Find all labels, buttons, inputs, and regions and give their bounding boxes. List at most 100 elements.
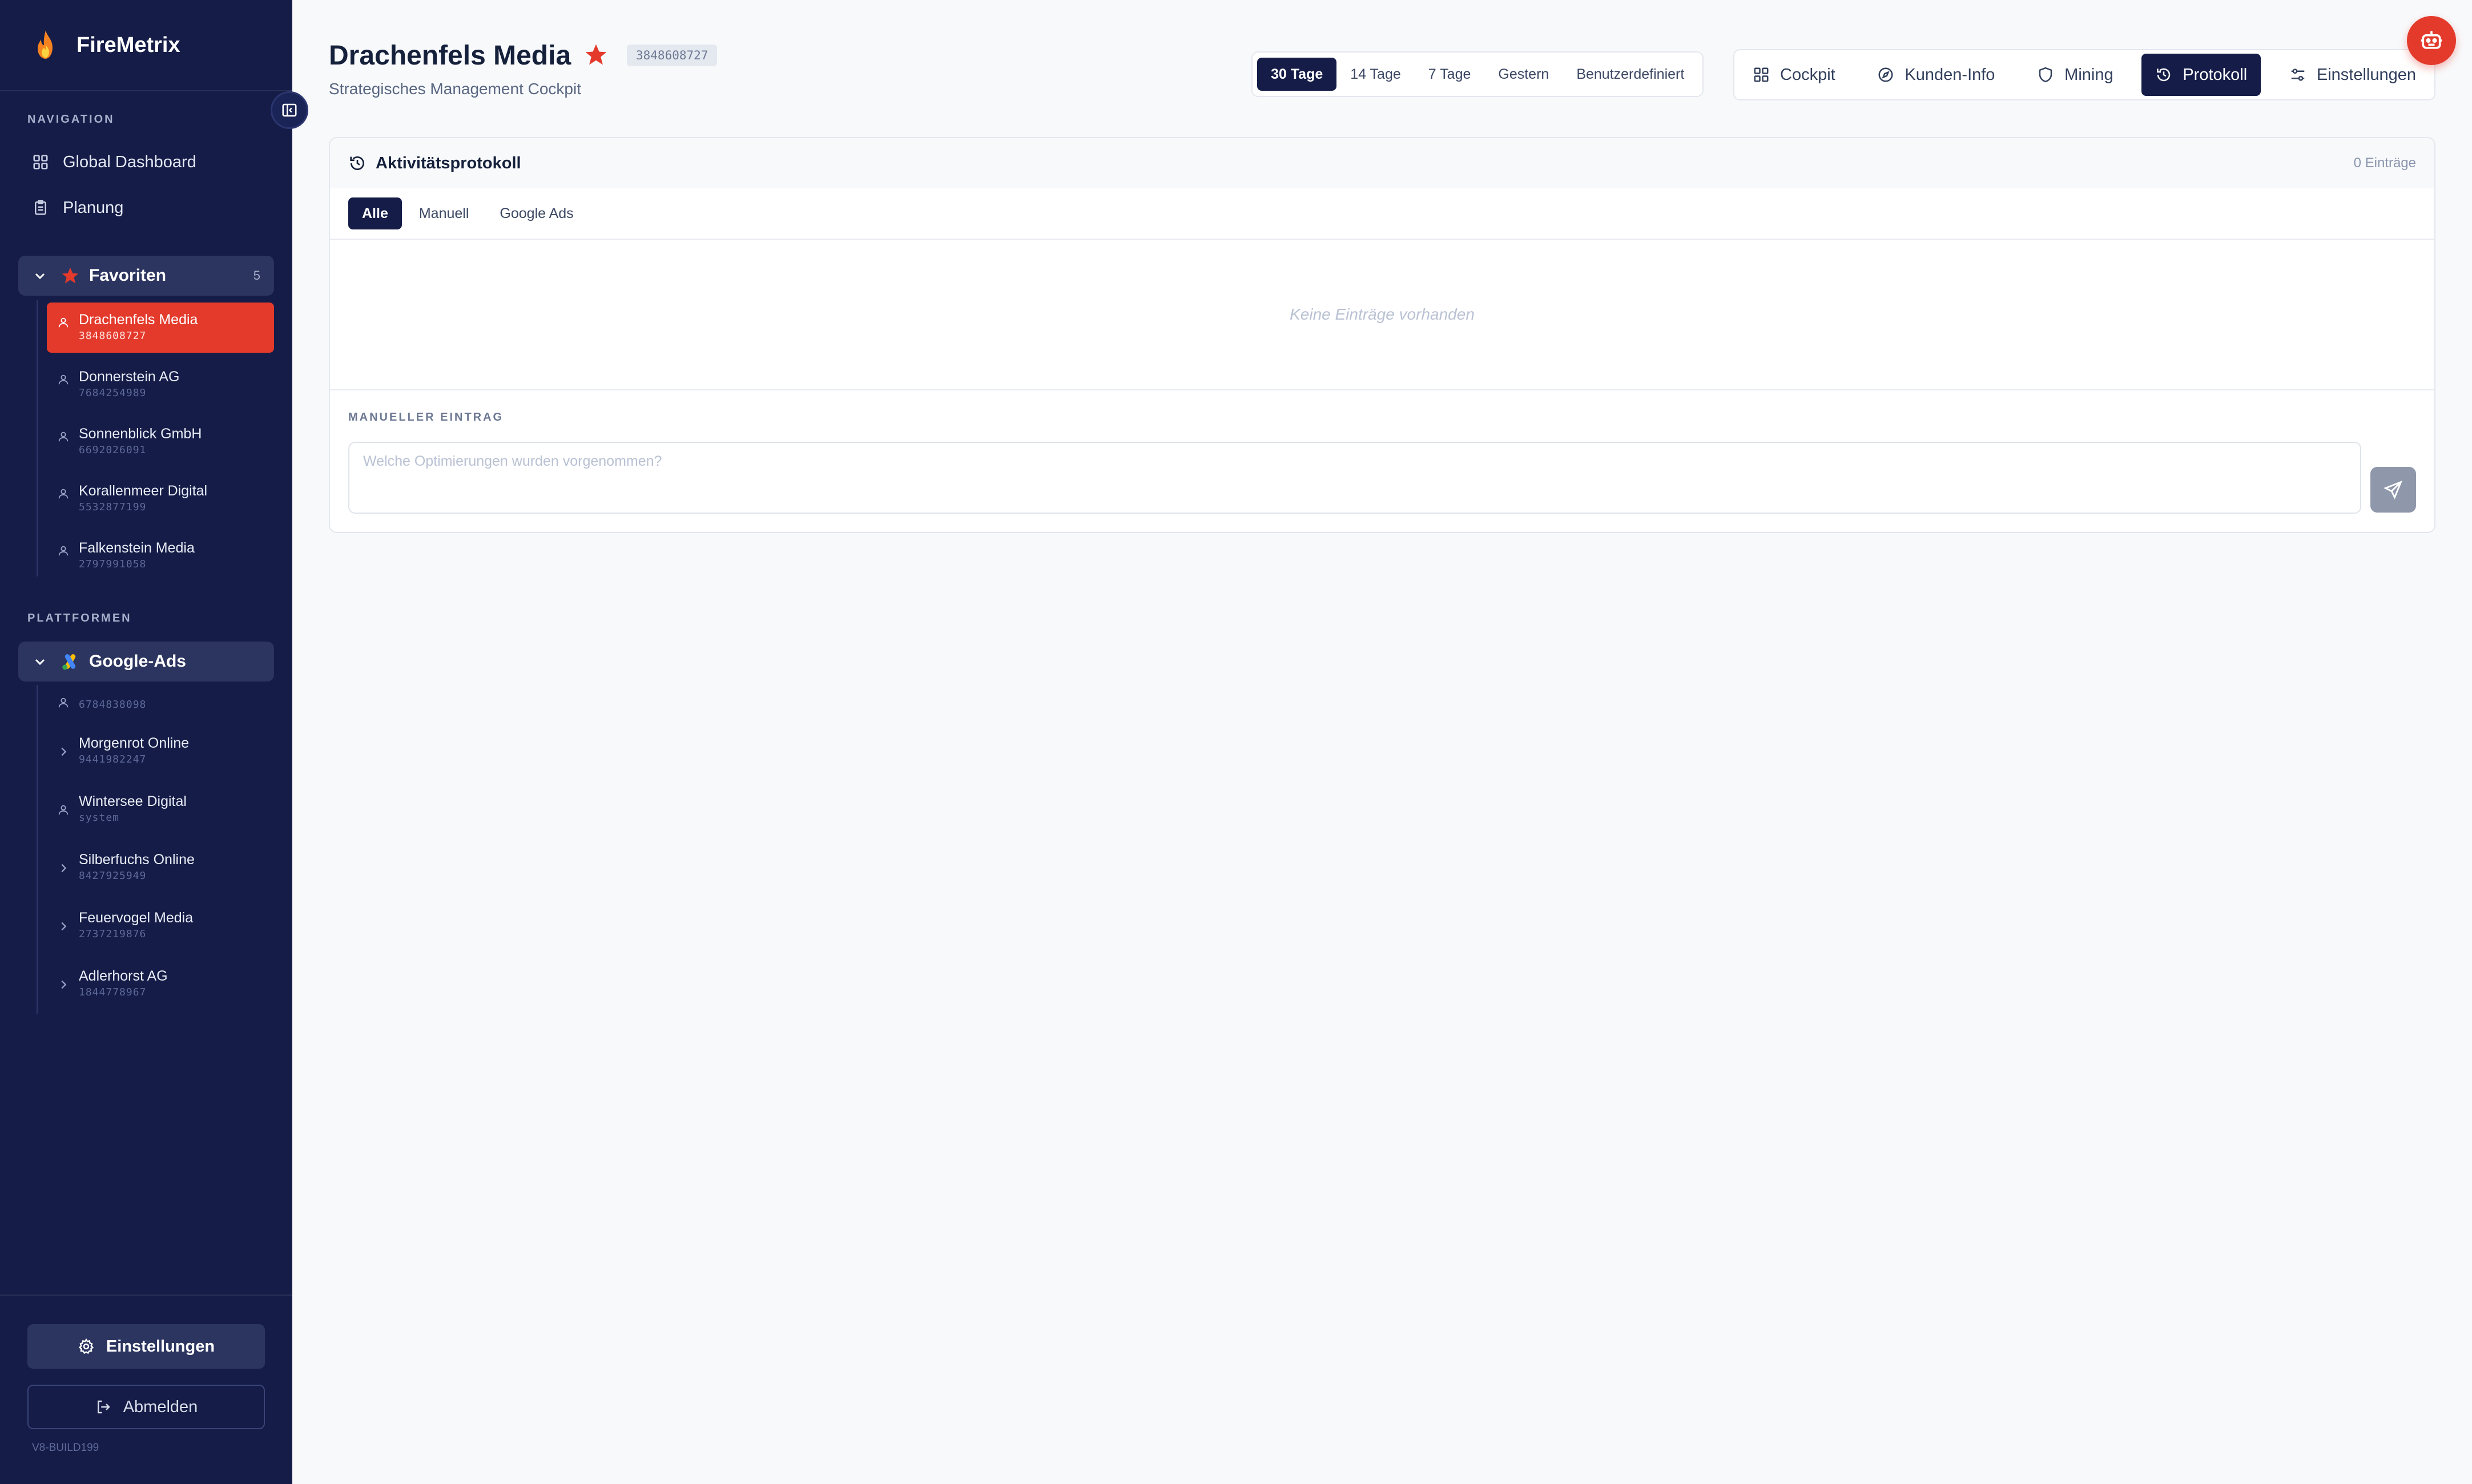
account-name: Donnerstein AG	[79, 369, 180, 385]
google-ads-tree-line	[37, 685, 38, 1014]
chevron-right-icon	[61, 980, 67, 989]
tab-mining[interactable]: Mining	[2023, 54, 2127, 96]
google-ads-account-silberfuchs-online[interactable]: Silberfuchs Online 8427925949	[47, 842, 274, 893]
account-name: Feuervogel Media	[79, 910, 194, 926]
tab-cockpit[interactable]: Cockpit	[1739, 54, 1849, 96]
account-name: Sonnenblick GmbH	[79, 426, 202, 442]
account-id: 5532877199	[79, 501, 147, 513]
google-ads-account-adlerhorst-ag[interactable]: Adlerhorst AG 1844778967	[47, 959, 274, 1009]
empty-state-text: Keine Einträge vorhanden	[1290, 305, 1475, 323]
account-id: 2737219876	[79, 928, 147, 940]
account-id: 7684254989	[79, 387, 147, 399]
account-id: 8427925949	[79, 870, 147, 882]
account-id: 9441982247	[79, 753, 147, 765]
history-icon	[350, 156, 364, 170]
favorite-account-korallenmeer-digital[interactable]: Korallenmeer Digital 5532877199	[47, 474, 274, 524]
google-ads-account-wintersee-digital[interactable]: Wintersee Digital system	[47, 784, 274, 834]
tab-label: Einstellungen	[2316, 65, 2416, 84]
compass-icon	[1878, 67, 1893, 82]
favorites-tree-line	[37, 300, 38, 576]
account-name: Falkenstein Media	[79, 540, 195, 556]
grid-icon	[33, 155, 48, 170]
app-name: FireMetrix	[77, 33, 180, 57]
tab-einstellungen[interactable]: Einstellungen	[2276, 54, 2430, 96]
logout-icon	[97, 1400, 110, 1414]
favorites-group-toggle[interactable]: Favoriten 5	[18, 256, 274, 296]
range-yesterday-button[interactable]: Gestern	[1484, 58, 1563, 91]
tab-label: Cockpit	[1780, 65, 1835, 84]
tab-kunden-info[interactable]: Kunden-Info	[1863, 54, 2008, 96]
user-icon	[58, 805, 69, 815]
range-14-days-button[interactable]: 14 Tage	[1336, 58, 1415, 91]
star-icon	[62, 267, 79, 284]
chevron-right-icon	[61, 922, 67, 931]
google-ads-account-unnamed[interactable]: 6784838098	[47, 685, 274, 721]
account-id: 6692026091	[79, 444, 147, 456]
activity-log-title: Aktivitätsprotokoll	[376, 154, 521, 172]
sidebar-collapse-button[interactable]	[271, 91, 308, 129]
nav-item-global-dashboard[interactable]: Global Dashboard	[32, 146, 196, 178]
favorites-count: 5	[253, 268, 260, 283]
assistant-bot-button[interactable]	[2407, 16, 2456, 65]
log-filter-tabs: Alle Manuell Google Ads	[330, 188, 2434, 240]
user-icon	[58, 489, 69, 499]
activity-log-card: Aktivitätsprotokoll 0 Einträge Alle Manu…	[329, 137, 2435, 533]
logout-label: Abmelden	[123, 1397, 198, 1416]
sidebar-settings-button[interactable]: Einstellungen	[27, 1324, 265, 1369]
bot-icon	[2421, 31, 2442, 49]
tab-label: Mining	[2064, 65, 2113, 84]
tab-protokoll[interactable]: Protokoll	[2141, 54, 2261, 96]
google-ads-group-toggle[interactable]: Google-Ads	[18, 642, 274, 681]
manual-entry-label: MANUELLER EINTRAG	[348, 411, 504, 424]
settings-label: Einstellungen	[106, 1337, 215, 1356]
manual-entry-input[interactable]	[348, 442, 2361, 514]
favorite-account-sonnenblick-gmbh[interactable]: Sonnenblick GmbH 6692026091	[47, 417, 274, 467]
shield-icon	[2039, 67, 2052, 83]
user-icon	[58, 374, 69, 385]
account-name: Morgenrot Online	[79, 735, 190, 751]
account-id-badge: 3848608727	[627, 45, 718, 66]
date-range-selector: 30 Tage 14 Tage 7 Tage Gestern Benutzerd…	[1251, 51, 1704, 97]
logout-button[interactable]: Abmelden	[27, 1385, 265, 1429]
range-7-days-button[interactable]: 7 Tage	[1415, 58, 1485, 91]
user-icon	[58, 317, 69, 328]
user-icon	[58, 546, 69, 556]
tab-label: Kunden-Info	[1905, 65, 1995, 84]
favorite-account-falkenstein-media[interactable]: Falkenstein Media 2797991058	[47, 531, 274, 581]
navigation-section-label: NAVIGATION	[27, 113, 115, 126]
range-30-days-button[interactable]: 30 Tage	[1257, 58, 1337, 91]
account-name: Silberfuchs Online	[79, 852, 195, 868]
range-custom-button[interactable]: Benutzerdefiniert	[1563, 58, 1698, 91]
clipboard-icon	[35, 200, 46, 215]
history-icon	[2157, 68, 2171, 82]
build-version: V8-BUILD199	[32, 1442, 99, 1454]
favorite-account-donnerstein-ag[interactable]: Donnerstein AG 7684254989	[47, 360, 274, 410]
send-icon	[2384, 481, 2403, 499]
grid-icon	[1754, 67, 1769, 82]
favorite-star-icon[interactable]	[583, 42, 609, 67]
filter-manual-button[interactable]: Manuell	[405, 197, 483, 229]
google-ads-account-feuervogel-media[interactable]: Feuervogel Media 2737219876	[47, 901, 274, 951]
brand[interactable]: FireMetrix	[0, 0, 292, 91]
sliders-icon	[2291, 68, 2305, 81]
account-name: Adlerhorst AG	[79, 968, 168, 984]
google-ads-account-morgenrot-online[interactable]: Morgenrot Online 9441982247	[47, 726, 274, 776]
entry-count: 0 Einträge	[2353, 155, 2416, 171]
flame-logo-icon	[38, 30, 53, 59]
google-ads-icon	[62, 654, 76, 670]
favorite-account-drachenfels-media[interactable]: Drachenfels Media 3848608727	[47, 303, 274, 353]
account-id: 6784838098	[79, 699, 147, 711]
platforms-section-label: PLATTFORMEN	[27, 612, 132, 624]
user-icon	[58, 697, 69, 708]
filter-all-button[interactable]: Alle	[348, 197, 402, 229]
favorites-title: Favoriten	[89, 266, 167, 285]
user-icon	[58, 432, 69, 442]
send-entry-button[interactable]	[2370, 467, 2416, 513]
activity-log-header: Aktivitätsprotokoll 0 Einträge	[330, 138, 2434, 188]
account-name: Korallenmeer Digital	[79, 483, 208, 499]
tab-label: Protokoll	[2183, 65, 2248, 84]
filter-google-ads-button[interactable]: Google Ads	[486, 197, 587, 229]
google-ads-title: Google-Ads	[89, 652, 186, 671]
nav-item-planung[interactable]: Planung	[32, 192, 123, 224]
account-id: 3848608727	[79, 330, 147, 342]
